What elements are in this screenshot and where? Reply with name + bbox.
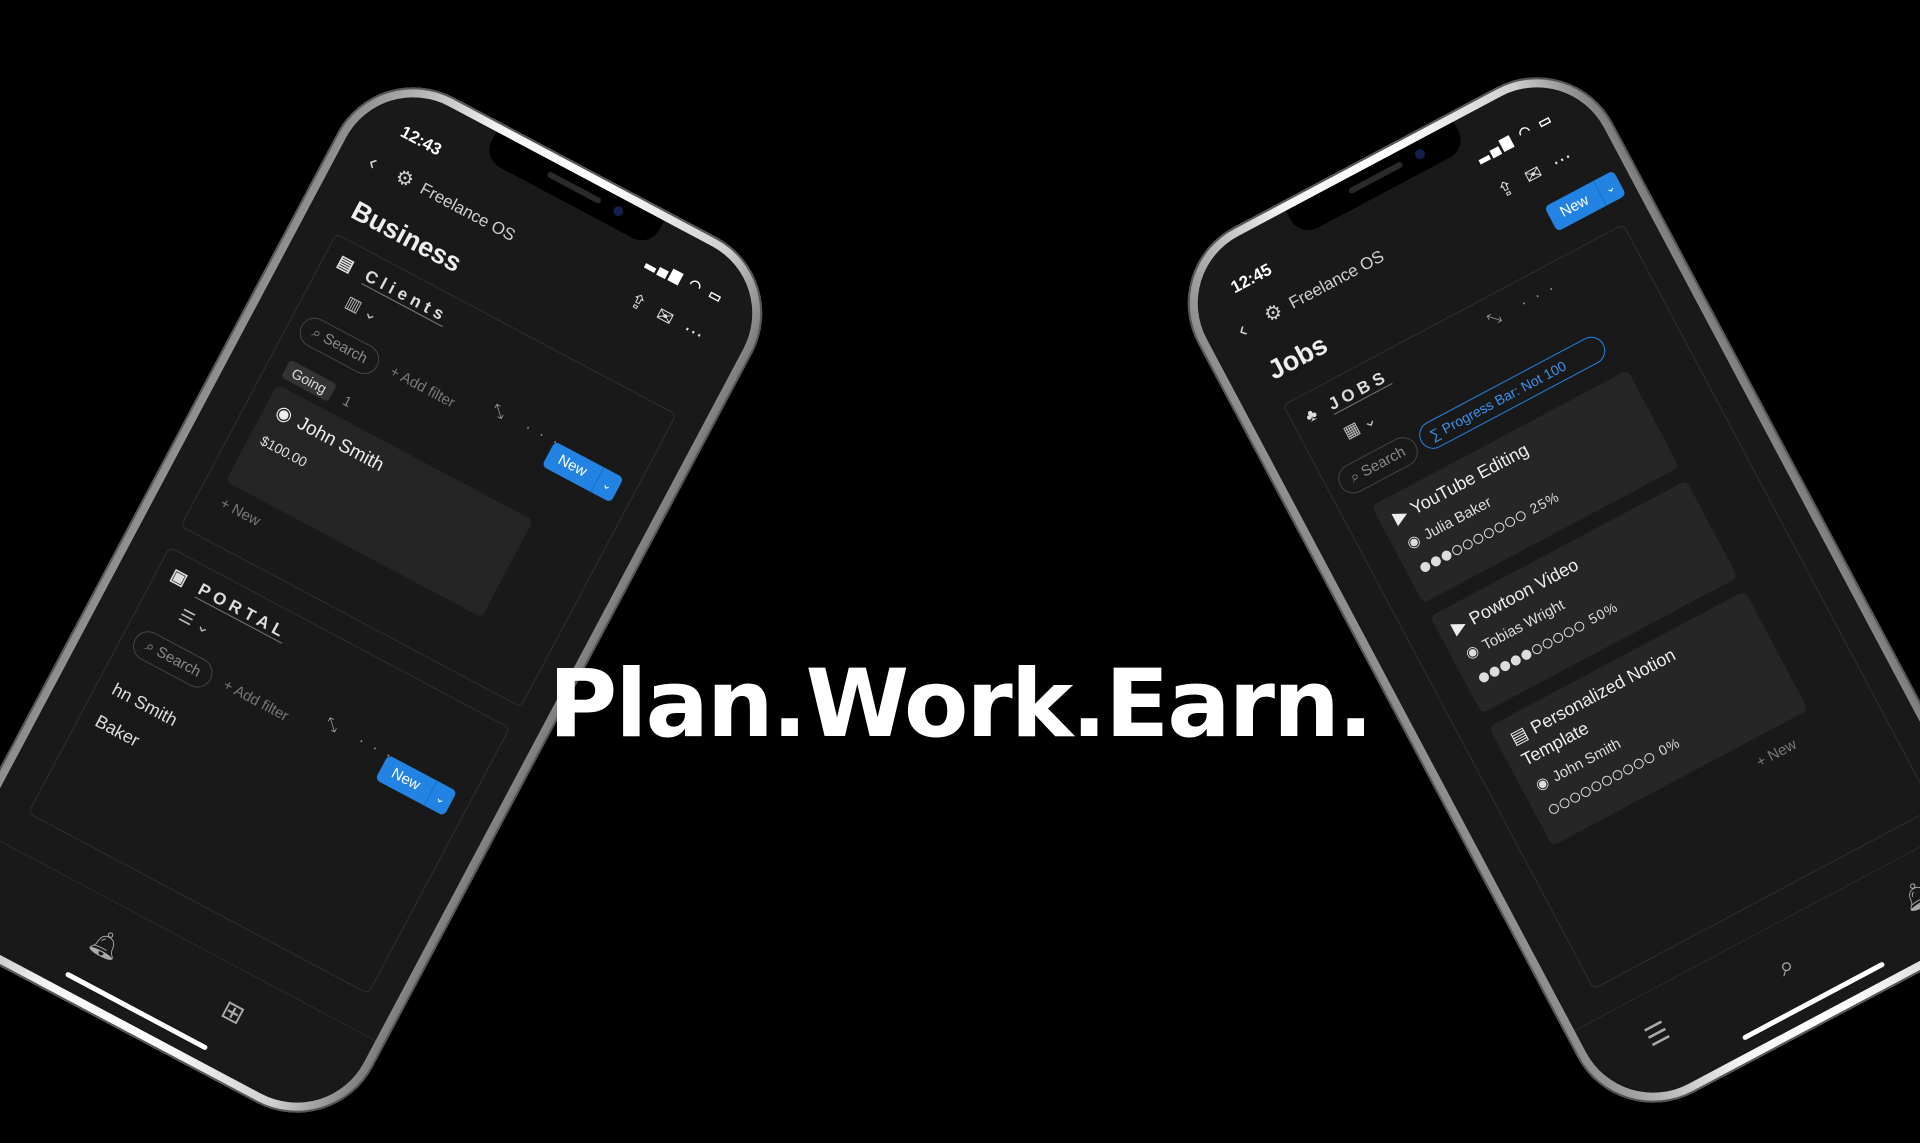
phone-left-screen: 12:43 ▂▄▆ ◠ ▭ ‹ ⚙ Freelance OS ⇪✉⋯ Busin…: [0, 70, 780, 1130]
jobs-icon: ♣: [1301, 401, 1326, 427]
view-selector[interactable]: ▦ ⌄: [1340, 409, 1380, 443]
tagline: Plan.Work.Earn.: [548, 650, 1373, 759]
phone-right: 12:45 ▂▄▆ ◠ ▭ ‹ ⚙ Freelance OS ⇪✉⋯ Jobs …: [1157, 47, 1920, 1133]
view-selector[interactable]: ☰ ⌄: [175, 606, 214, 640]
chevron-down-icon[interactable]: ⌄: [1592, 170, 1627, 206]
status-time: 12:43: [397, 122, 445, 160]
new-button[interactable]: New ⌄: [541, 441, 624, 503]
person-icon: ◉: [1532, 773, 1553, 795]
status-time: 12:45: [1227, 259, 1275, 298]
list-icon[interactable]: ☰: [1640, 1015, 1675, 1053]
play-icon: ▶: [1389, 503, 1412, 528]
back-icon[interactable]: ‹: [1233, 317, 1252, 343]
card-price: $100.00: [257, 432, 310, 471]
portal-icon: ▣: [167, 565, 196, 592]
progress-dot: [1514, 509, 1528, 524]
clients-icon: ▤: [334, 251, 362, 279]
chevron-down-icon[interactable]: ⌄: [590, 467, 624, 503]
phone-right-screen: 12:45 ▂▄▆ ◠ ▭ ‹ ⚙ Freelance OS ⇪✉⋯ Jobs …: [1170, 60, 1920, 1120]
add-filter-button[interactable]: + Add filter: [387, 363, 458, 411]
view-selector[interactable]: ▥ ⌄: [342, 292, 382, 326]
gear-icon: ⚙: [391, 164, 418, 193]
database-tools[interactable]: ⤡ ···: [1485, 275, 1567, 330]
phone-left: 12:43 ▂▄▆ ◠ ▭ ‹ ⚙ Freelance OS ⇪✉⋯ Busin…: [0, 57, 793, 1143]
search-icon[interactable]: ⌕: [1772, 949, 1800, 984]
new-page-icon[interactable]: ⊞: [216, 994, 250, 1032]
card-title: ◉John Smith: [271, 401, 388, 477]
video-icon: ▶: [1448, 614, 1470, 639]
home-indicator: [64, 971, 209, 1051]
group-count: 1: [340, 392, 355, 411]
jobs-database: ♣JOBS ▦ ⌄ ⤡ ··· ⌕ Search ∑ Progress Bar:…: [1282, 223, 1920, 990]
bell-icon[interactable]: 🔔︎: [84, 923, 127, 966]
progress-dot: [1572, 620, 1587, 634]
person-icon: ◉: [1404, 531, 1424, 553]
home-indicator: [1741, 961, 1886, 1041]
bell-icon[interactable]: 🔔︎: [1896, 874, 1920, 917]
more-icon[interactable]: ⋯: [679, 318, 719, 353]
person-icon: ◉: [271, 401, 297, 428]
back-icon[interactable]: ‹: [364, 149, 382, 175]
add-new-card[interactable]: + New: [217, 495, 263, 530]
database-title[interactable]: ♣JOBS: [1302, 366, 1393, 427]
new-button[interactable]: New ⌄: [375, 754, 458, 817]
client-card[interactable]: ◉John Smith $100.00: [225, 384, 534, 618]
gear-icon: ⚙: [1260, 299, 1287, 328]
page-title: Jobs: [1262, 329, 1333, 386]
chevron-down-icon[interactable]: ⌄: [423, 780, 458, 817]
database-title[interactable]: ▣PORTAL: [167, 565, 291, 644]
